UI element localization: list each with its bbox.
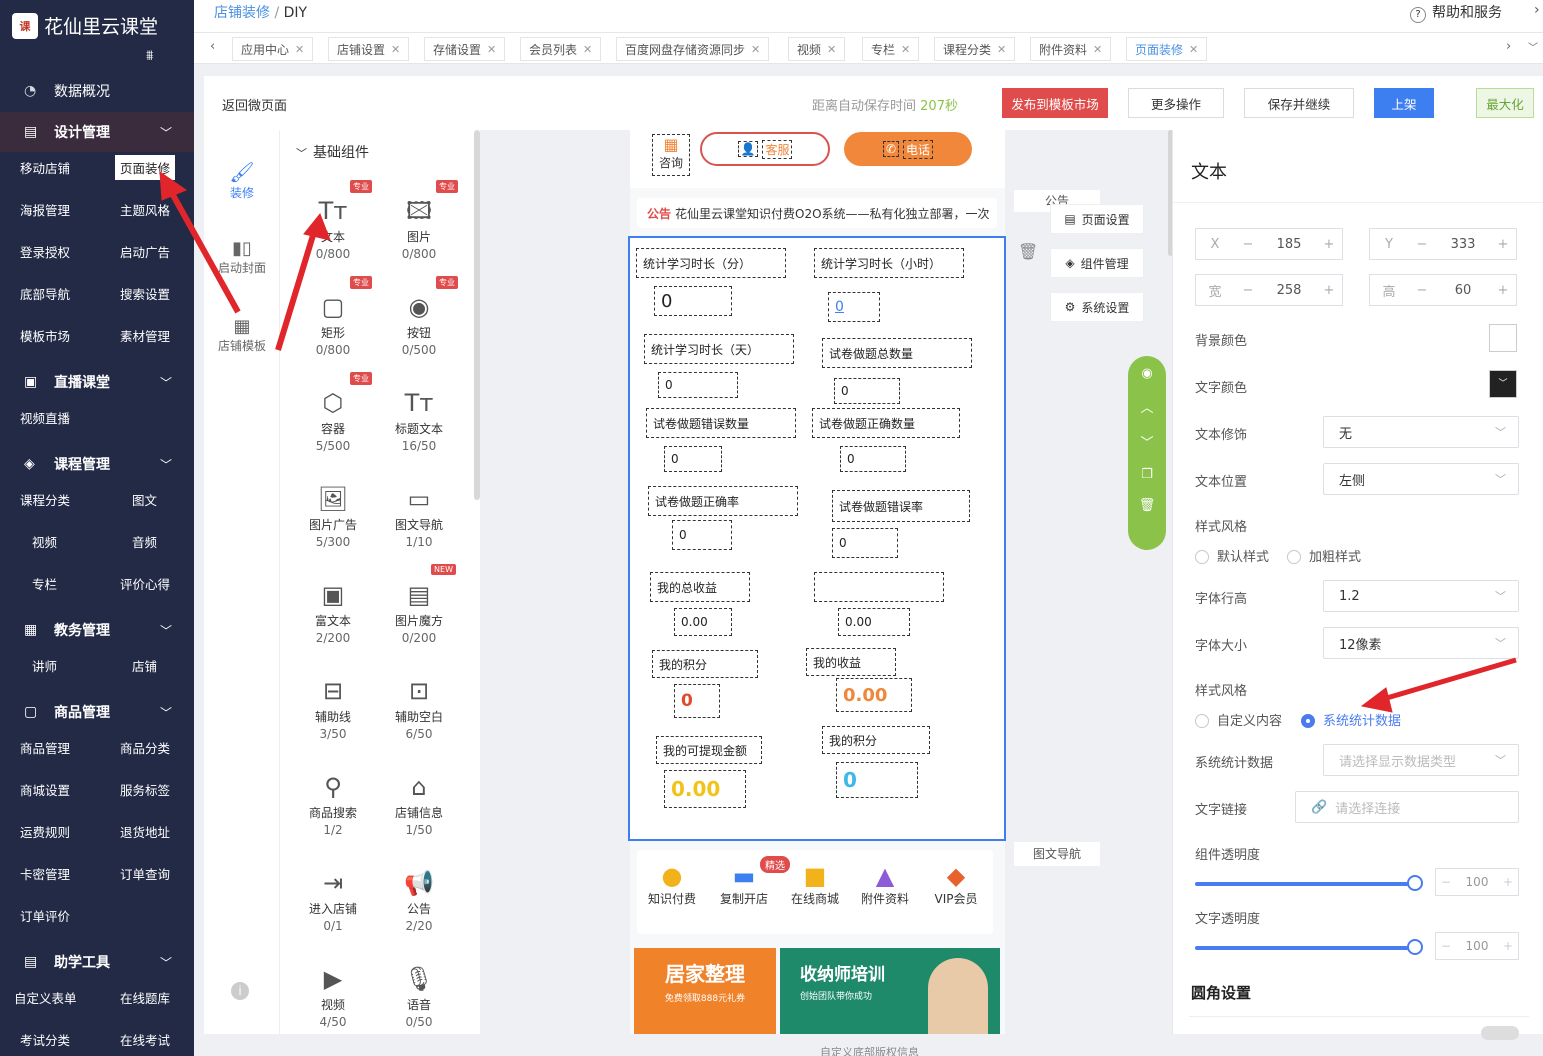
arrow-shaft [1379, 657, 1517, 703]
arrow-shaft [275, 231, 317, 351]
arrow-shaft [165, 184, 241, 314]
arrow-head [303, 213, 331, 241]
arrow-head [1360, 687, 1393, 713]
arrow-head [159, 170, 188, 201]
annotation-arrows [159, 170, 1517, 713]
